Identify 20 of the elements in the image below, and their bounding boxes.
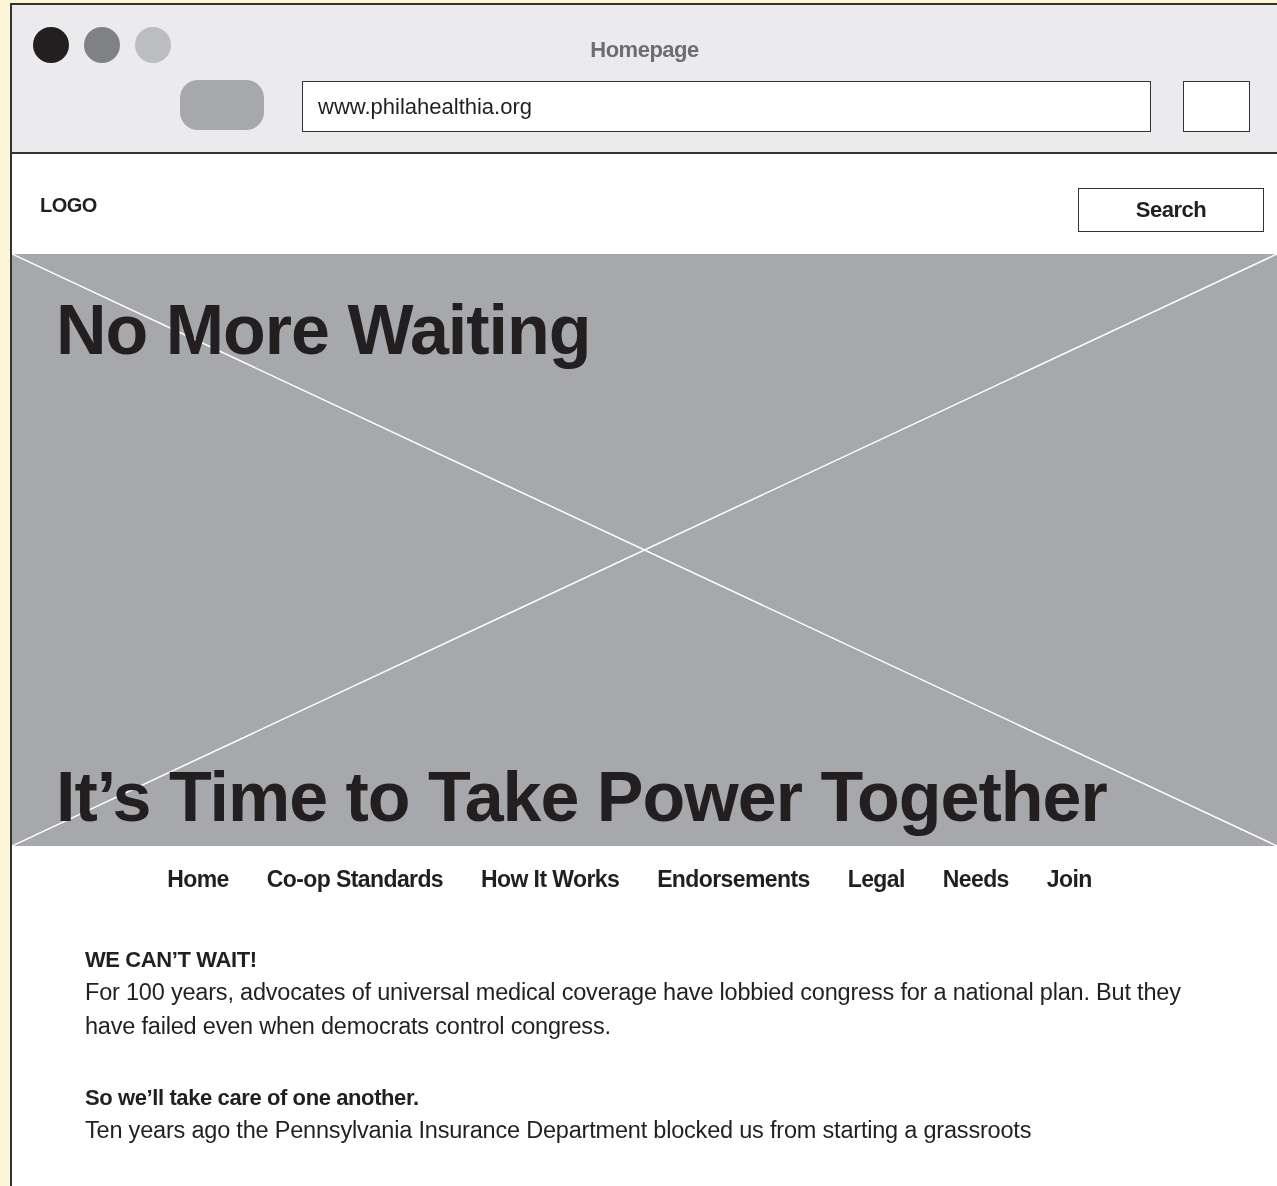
hero-headline: No More Waiting [56, 292, 592, 369]
nav-link[interactable]: Legal [847, 866, 905, 893]
toolbar-button[interactable] [1183, 81, 1250, 132]
search-button[interactable]: Search [1078, 188, 1264, 232]
logo[interactable]: LOGO [40, 194, 97, 217]
address-field[interactable]: www.philahealthia.org [302, 81, 1151, 132]
section-heading: So we’ll take care of one another. [85, 1084, 420, 1112]
nav-link[interactable]: Co-op Standards [266, 866, 444, 893]
section-text: For 100 years, advocates of universal medical coverage have lobbied congress for a national plan. But they have failed even when democrats control congress. [85, 978, 1182, 1041]
nav-link[interactable]: Endorsements [657, 866, 810, 893]
section-heading: WE CAN’T WAIT! [85, 946, 258, 974]
nav-link[interactable]: Join [1046, 866, 1092, 893]
window-title: Homepage [590, 37, 699, 63]
nav-link[interactable]: How It Works [481, 866, 620, 893]
back-button[interactable] [180, 79, 264, 130]
section-text: Ten years ago the Pennsylvania Insurance Department blocked us from starting a grassroots [85, 1116, 1033, 1145]
nav-link[interactable]: Home [167, 866, 229, 893]
minimize-button[interactable] [84, 27, 120, 63]
nav-link[interactable]: Needs [942, 866, 1009, 893]
close-button[interactable] [33, 27, 69, 63]
